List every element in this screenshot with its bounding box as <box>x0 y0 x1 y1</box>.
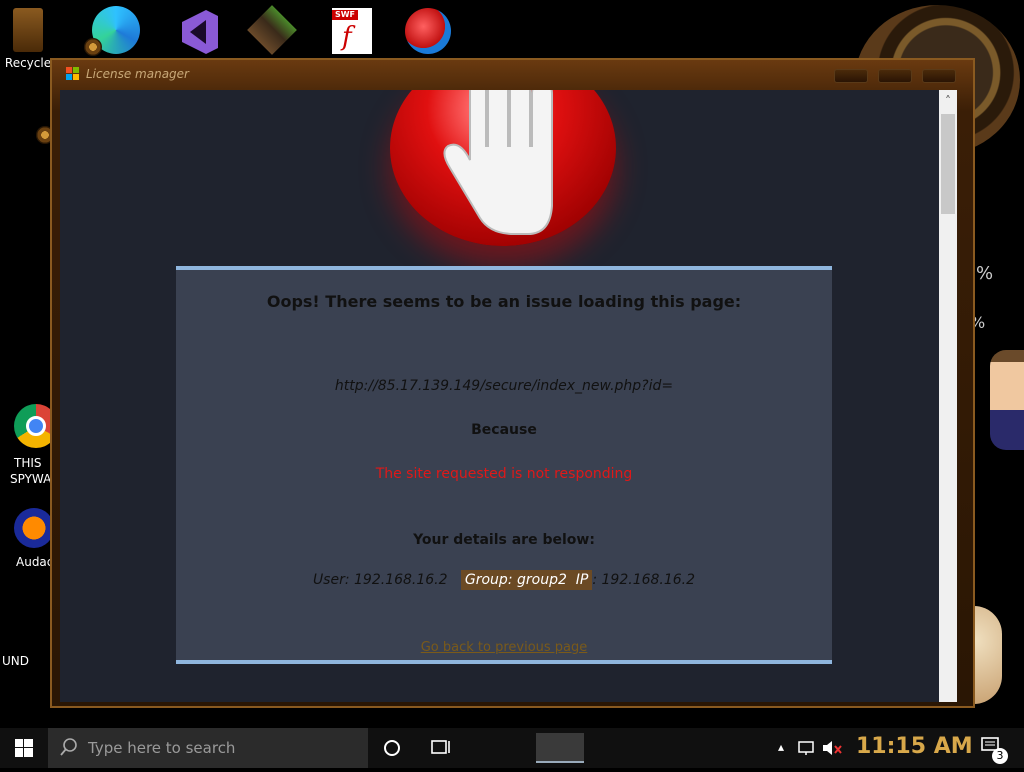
ip-value: : 192.168.16.2 <box>592 572 696 588</box>
search-icon <box>60 738 77 756</box>
minimize-button[interactable] <box>834 69 868 83</box>
gear-icon <box>84 38 102 56</box>
windows-flag-icon <box>66 67 79 80</box>
chrome-center <box>26 416 46 436</box>
task-view-icon <box>431 740 450 754</box>
taskbar: Type here to search ▴ 11:15 AM 3 <box>0 728 1024 768</box>
stop-hand-icon <box>390 90 616 246</box>
group-label: Group: group2 <box>464 572 567 588</box>
swf-badge: SWF <box>332 10 358 20</box>
cortana-icon <box>384 740 400 756</box>
start-button[interactable] <box>0 728 48 768</box>
go-back-link[interactable]: Go back to previous page <box>176 640 832 655</box>
taskbar-app-button[interactable] <box>536 733 584 763</box>
visual-studio-icon[interactable] <box>172 8 220 56</box>
audacity-icon[interactable] <box>14 508 54 548</box>
license-manager-window: License manager Oops! There seems to be … <box>50 58 975 708</box>
recycle-bin-icon[interactable]: Recycle <box>1 8 55 70</box>
volume-muted-icon[interactable] <box>822 740 842 756</box>
ip-label: IP <box>575 572 589 588</box>
clock[interactable]: 11:15 AM <box>856 734 973 759</box>
error-dialog: Oops! There seems to be an issue loading… <box>176 266 832 664</box>
search-box[interactable]: Type here to search <box>48 728 368 768</box>
error-reason: The site requested is not responding <box>375 466 633 482</box>
flash-file-icon[interactable]: SWF f <box>332 8 372 54</box>
scroll-up-icon[interactable]: ˄ <box>939 90 957 112</box>
windows-logo-icon <box>15 739 33 757</box>
group-detail: Group: group2 IP <box>460 570 593 590</box>
minecraft-icon[interactable] <box>247 5 297 55</box>
user-detail: User: 192.168.16.2 <box>312 572 448 588</box>
desktop-label-this: THIS <box>14 456 42 470</box>
error-url: http://85.17.139.149/secure/index_new.ph… <box>334 378 674 394</box>
timeline-button[interactable] <box>416 728 464 768</box>
details-line: User: 192.168.16.2 Group: group2 IP: 192… <box>176 570 832 590</box>
tray-overflow-icon[interactable]: ▴ <box>778 740 784 754</box>
error-heading: Oops! There seems to be an issue loading… <box>266 292 742 311</box>
maximize-button[interactable] <box>878 69 912 83</box>
cartoon-avatar-icon <box>990 350 1024 450</box>
details-heading: Your details are below: <box>413 532 595 548</box>
scroll-thumb[interactable] <box>941 114 955 214</box>
desktop-label-und: UND <box>2 654 29 668</box>
because-label: Because <box>471 422 537 438</box>
flash-glyph: f <box>342 22 352 52</box>
bin-icon <box>13 8 43 52</box>
recycle-label: Recycle <box>4 56 52 70</box>
close-button[interactable] <box>922 69 956 83</box>
vertical-scrollbar[interactable]: ˄ <box>939 90 957 702</box>
window-titlebar[interactable]: License manager <box>52 60 973 90</box>
side-percent-1: % <box>976 263 994 284</box>
desktop-label-spyware: SPYWA <box>10 472 52 486</box>
search-placeholder: Type here to search <box>88 739 236 757</box>
window-content: Oops! There seems to be an issue loading… <box>60 90 957 702</box>
network-icon[interactable] <box>798 740 816 756</box>
notification-badge: 3 <box>992 748 1008 764</box>
window-title: License manager <box>86 67 189 81</box>
task-view-button[interactable] <box>368 728 416 768</box>
peazip-icon[interactable] <box>405 8 451 54</box>
system-tray: ▴ <box>770 728 855 768</box>
